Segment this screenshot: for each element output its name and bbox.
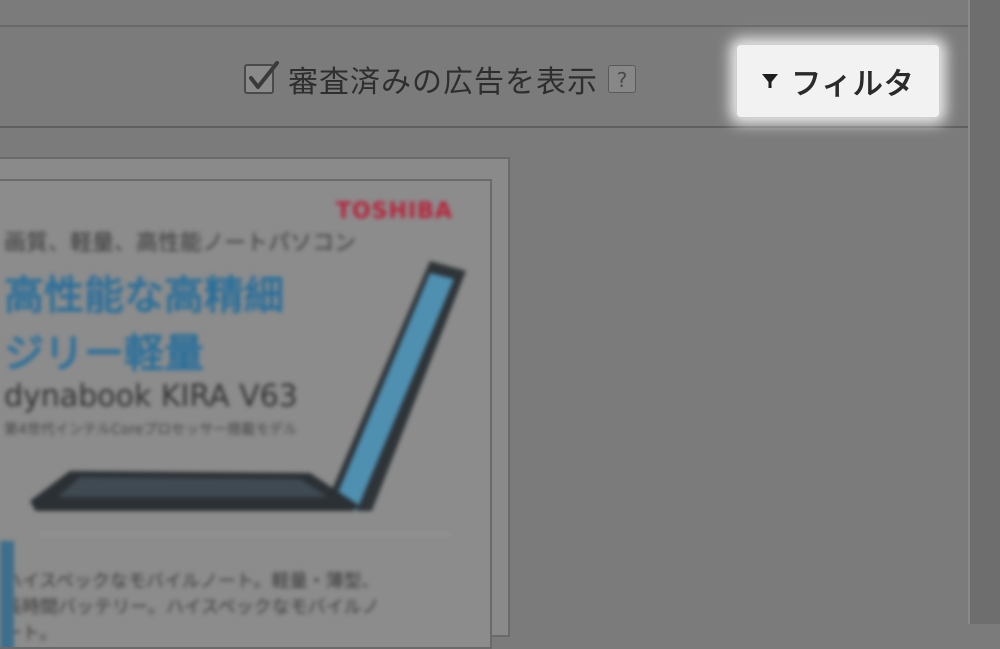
top-divider (0, 25, 968, 27)
show-approved-ads-toggle[interactable]: 審査済みの広告を表示 ? (244, 58, 636, 100)
approved-ads-label: 審査済みの広告を表示 (288, 65, 598, 100)
ad-preview-card[interactable]: TOSHIBA 画質、軽量、高性能ノートパソコン 高性能な高精細 ジリー軽量 d… (0, 157, 510, 649)
ad-brand-logo: TOSHIBA (336, 199, 453, 224)
filter-button-label: フィルタ (791, 67, 915, 102)
ad-side-accent (0, 541, 14, 647)
funnel-icon (761, 73, 779, 89)
checkmark-icon (249, 61, 279, 89)
toolbar-divider (0, 126, 968, 128)
ad-body-text: ハイスペックなモバイルノート。軽量・薄型、長時間バッテリー。ハイスペックなモバイ… (4, 571, 380, 644)
ad-separator (40, 533, 450, 535)
right-scroll-gutter (968, 0, 1000, 624)
filter-button[interactable]: フィルタ (736, 44, 940, 118)
ad-preview-image: TOSHIBA 画質、軽量、高性能ノートパソコン 高性能な高精細 ジリー軽量 d… (0, 179, 492, 649)
approved-ads-checkbox[interactable] (244, 61, 279, 94)
laptop-image (30, 261, 466, 511)
help-icon[interactable]: ? (608, 65, 636, 93)
